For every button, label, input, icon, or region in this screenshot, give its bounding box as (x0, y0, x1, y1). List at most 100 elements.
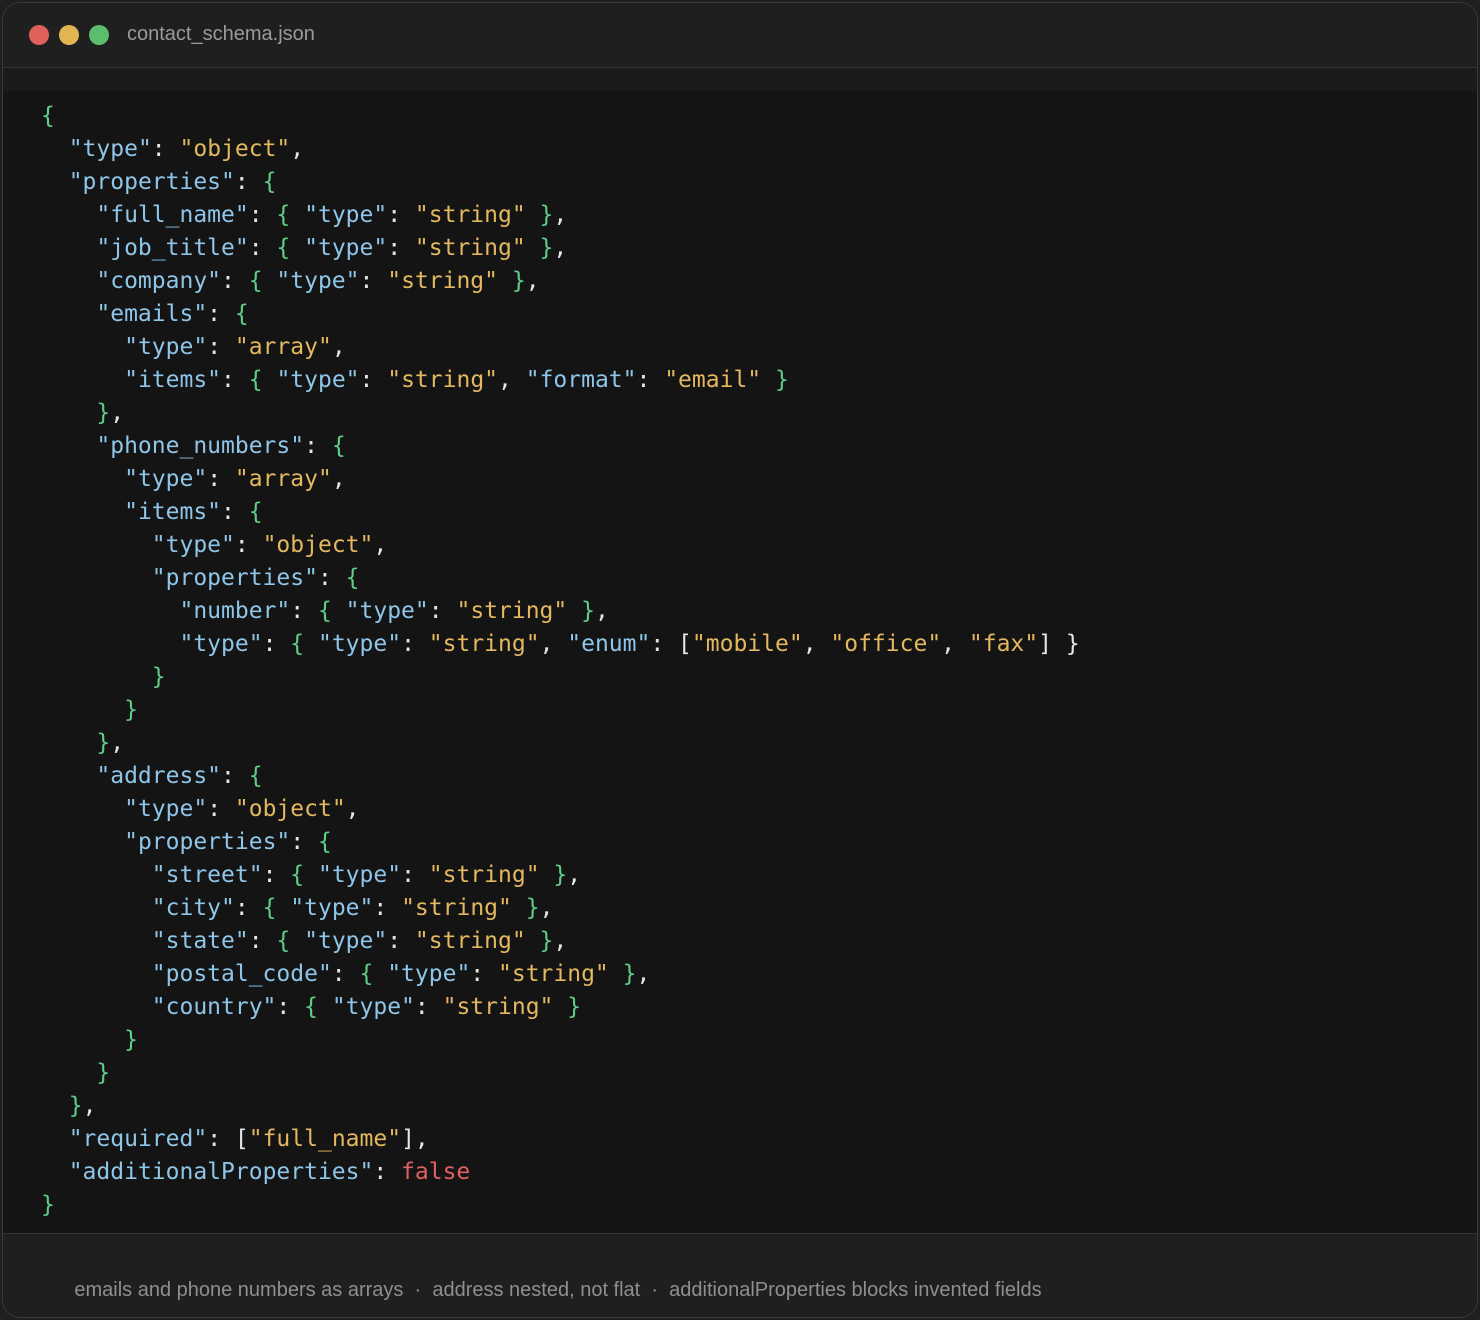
json-punctuation: ], (401, 1126, 429, 1152)
json-brace: } (608, 961, 637, 987)
json-punctuation: : (373, 895, 402, 921)
footer-notes: emails and phone numbers as arrays · add… (41, 1256, 1042, 1317)
json-punctuation (41, 1093, 69, 1119)
json-brace: } (41, 1192, 55, 1218)
json-punctuation (41, 1060, 96, 1086)
json-brace: { (234, 301, 249, 327)
json-punctuation: , (525, 268, 540, 294)
json-brace: } (761, 367, 789, 393)
json-key: "type" (387, 961, 471, 987)
json-punctuation: : (248, 202, 277, 228)
code-editor[interactable]: { "type": "object", "properties": { "ful… (41, 100, 1080, 1222)
json-punctuation: , (498, 367, 526, 393)
json-brace: } (567, 598, 595, 624)
json-punctuation (41, 367, 124, 393)
json-punctuation: : (373, 1159, 402, 1185)
json-punctuation: : (428, 598, 457, 624)
json-brace: } (151, 664, 166, 690)
window-title: contact_schema.json (127, 23, 315, 45)
json-string-value: "string" (387, 268, 498, 294)
footer-note: additionalProperties blocks invented fie… (669, 1279, 1042, 1301)
json-key: "properties" (151, 565, 318, 591)
json-brace: { (276, 928, 305, 954)
code-line: "type": "object", (41, 529, 1080, 562)
json-punctuation: : (359, 268, 388, 294)
code-line: "emails": { (41, 298, 1080, 331)
json-key: "type" (290, 895, 374, 921)
json-brace: { (304, 994, 332, 1020)
json-key: "type" (276, 268, 360, 294)
code-line: "city": { "type": "string" }, (41, 892, 1080, 925)
code-line: "address": { (41, 760, 1080, 793)
json-punctuation (41, 433, 96, 459)
code-line: "number": { "type": "string" }, (41, 595, 1080, 628)
json-string-value: "email" (664, 367, 762, 393)
minimize-window-button[interactable] (59, 25, 79, 45)
json-punctuation (41, 499, 124, 525)
title-bar: contact_schema.json (3, 3, 1477, 68)
footer-note: emails and phone numbers as arrays (74, 1279, 404, 1301)
json-punctuation: : (276, 994, 305, 1020)
code-line: "additionalProperties": false (41, 1156, 1080, 1189)
json-brace: } (525, 202, 554, 228)
json-string-value: "string" (414, 928, 526, 954)
json-brace: } (539, 862, 568, 888)
json-punctuation: , (553, 235, 568, 261)
code-line: "phone_numbers": { (41, 430, 1080, 463)
json-punctuation: : (248, 928, 277, 954)
json-key: "address" (96, 763, 222, 789)
footer-note: address nested, not flat (432, 1279, 641, 1301)
json-brace: } (498, 268, 526, 294)
json-punctuation: : (414, 994, 443, 1020)
json-string-value: "string" (456, 598, 568, 624)
json-punctuation (41, 664, 152, 690)
json-string-value: "array" (234, 334, 332, 360)
json-punctuation: : (401, 862, 429, 888)
json-string-value: "string" (387, 367, 499, 393)
maximize-window-button[interactable] (89, 25, 109, 45)
json-punctuation (41, 829, 124, 855)
code-line: "company": { "type": "string" }, (41, 265, 1080, 298)
json-key: "city" (151, 895, 235, 921)
json-punctuation: : (221, 499, 249, 525)
json-punctuation: : [ (650, 631, 692, 657)
json-string-value: "object" (179, 136, 291, 162)
code-line: "items": { "type": "string", "format": "… (41, 364, 1080, 397)
json-punctuation: : (234, 895, 263, 921)
json-key: "type" (331, 994, 415, 1020)
json-punctuation (41, 202, 96, 228)
json-punctuation: , (345, 796, 360, 822)
json-punctuation: : (401, 631, 429, 657)
json-punctuation (41, 400, 96, 426)
json-punctuation (41, 334, 124, 360)
json-brace: { (317, 829, 332, 855)
json-key: "items" (124, 367, 222, 393)
json-punctuation (41, 532, 152, 558)
json-key: "type" (151, 532, 235, 558)
json-brace: { (290, 862, 318, 888)
code-line: "type": "array", (41, 331, 1080, 364)
close-window-button[interactable] (29, 25, 49, 45)
code-line: } (41, 1189, 1080, 1222)
json-brace: } (124, 697, 138, 723)
code-line: }, (41, 727, 1080, 760)
json-key: "type" (68, 136, 152, 162)
json-brace: } (553, 994, 582, 1020)
json-string-value: "object" (234, 796, 346, 822)
json-key: "type" (179, 631, 263, 657)
json-string-value: "string" (442, 994, 554, 1020)
code-line: "street": { "type": "string" }, (41, 859, 1080, 892)
json-brace: } (96, 730, 111, 756)
code-line: "properties": { (41, 166, 1080, 199)
json-key: "type" (276, 367, 360, 393)
json-brace: } (525, 928, 554, 954)
json-punctuation (41, 466, 124, 492)
code-line: "full_name": { "type": "string" }, (41, 199, 1080, 232)
json-key: "job_title" (96, 235, 249, 261)
json-key: "street" (151, 862, 263, 888)
code-line: "country": { "type": "string" } (41, 991, 1080, 1024)
json-brace: { (276, 202, 305, 228)
code-line: "properties": { (41, 826, 1080, 859)
json-punctuation (41, 763, 96, 789)
json-key: "additionalProperties" (68, 1159, 374, 1185)
